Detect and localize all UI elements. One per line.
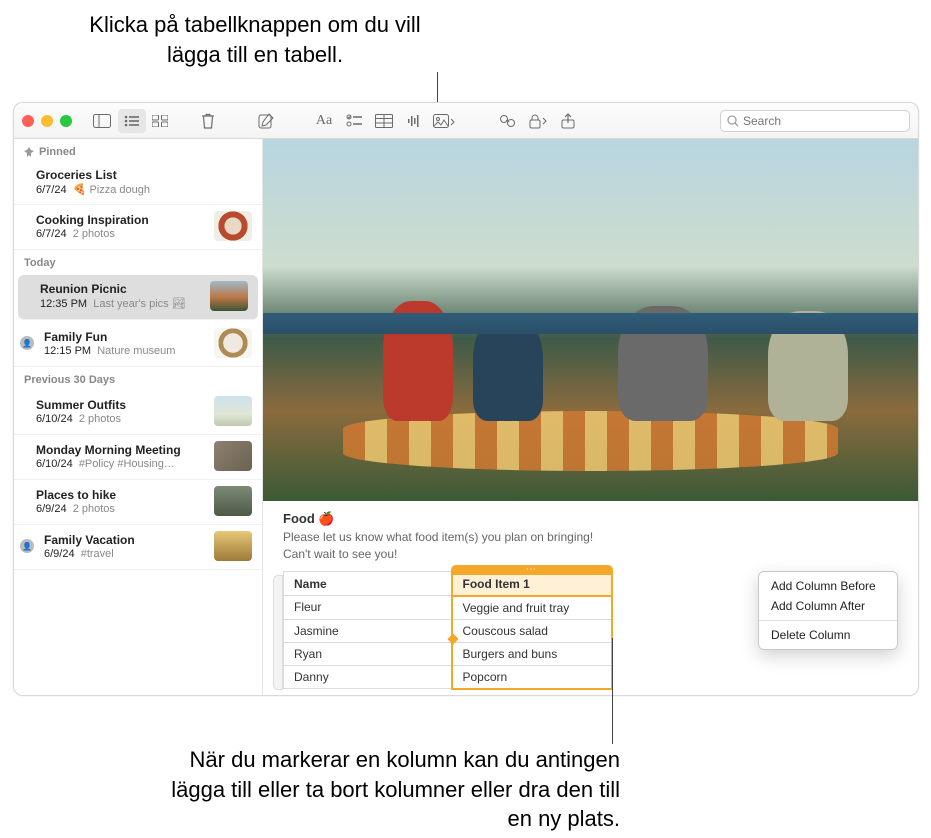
pinned-header: Pinned <box>14 139 262 162</box>
table-cell[interactable]: Popcorn <box>452 665 612 689</box>
audio-button[interactable] <box>400 109 428 133</box>
close-window-button[interactable] <box>22 115 34 127</box>
table-row[interactable]: FleurVeggie and fruit tray <box>284 596 612 620</box>
note-thumbnail <box>214 441 252 471</box>
table-column-handle[interactable]: ⋯ <box>451 565 613 575</box>
note-thumbnail <box>214 211 252 241</box>
prev-header: Previous 30 Days <box>14 367 262 390</box>
note-content[interactable]: Food 🍎 Please let us know what food item… <box>263 139 918 695</box>
note-item-title: Groceries List <box>36 168 252 182</box>
note-item-title: Places to hike <box>36 488 206 502</box>
table-cell[interactable]: Jasmine <box>284 619 452 642</box>
note-item-sub: 12:15 PM Nature museum <box>44 345 206 357</box>
shared-icon: 👤 <box>20 336 34 350</box>
view-mode-group <box>118 109 174 133</box>
note-hero-image <box>263 139 918 501</box>
callout-line-bottom <box>612 638 613 744</box>
callout-bottom: När du markerar en kolumn kan du antinge… <box>150 745 620 834</box>
lock-button[interactable] <box>524 109 552 133</box>
callout-top: Klicka på tabellknappen om du vill lägga… <box>70 10 440 69</box>
note-item-title: Reunion Picnic <box>40 282 202 296</box>
note-item-sub: 6/9/24 2 photos <box>36 503 206 515</box>
note-item-sub: 6/9/24 #travel <box>44 548 206 560</box>
note-thumbnail <box>210 281 248 311</box>
today-header: Today <box>14 250 262 273</box>
note-item[interactable]: 👤 Family Fun12:15 PM Nature museum <box>14 322 262 367</box>
pin-icon <box>24 147 34 157</box>
table-cell[interactable]: Danny <box>284 665 452 689</box>
menu-add-column-after[interactable]: Add Column After <box>759 596 897 616</box>
note-thumbnail <box>214 328 252 358</box>
table-header-name[interactable]: Name <box>284 572 452 596</box>
note-item-sub: 6/10/24 #Policy #Housing… <box>36 458 206 470</box>
note-item-sub: 12:35 PM Last year's pics 🏞 <box>40 297 202 310</box>
table-cell[interactable]: Veggie and fruit tray <box>452 596 612 620</box>
minimize-window-button[interactable] <box>41 115 53 127</box>
note-item-title: Monday Morning Meeting <box>36 443 206 457</box>
note-item[interactable]: Places to hike6/9/24 2 photos <box>14 480 262 525</box>
table-row-handle[interactable] <box>273 575 283 690</box>
zoom-window-button[interactable] <box>60 115 72 127</box>
grid-view-button[interactable] <box>146 109 174 133</box>
toolbar: Aa <box>14 103 918 139</box>
format-button[interactable]: Aa <box>310 109 338 133</box>
note-item-sub: 6/7/24 🍕 Pizza dough <box>36 183 252 196</box>
note-item[interactable]: Monday Morning Meeting6/10/24 #Policy #H… <box>14 435 262 480</box>
list-view-button[interactable] <box>118 109 146 133</box>
menu-add-column-before[interactable]: Add Column Before <box>759 576 897 596</box>
checklist-button[interactable] <box>340 109 368 133</box>
search-input[interactable] <box>743 114 903 128</box>
note-item-title: Family Fun <box>44 330 206 344</box>
note-item-sub: 6/7/24 2 photos <box>36 228 206 240</box>
table-cell[interactable]: Ryan <box>284 642 452 665</box>
note-heading: Food 🍎 <box>283 511 898 527</box>
note-item-title: Family Vacation <box>44 533 206 547</box>
delete-button[interactable] <box>194 109 222 133</box>
note-thumbnail <box>214 396 252 426</box>
notes-sidebar[interactable]: Pinned Groceries List6/7/24 🍕 Pizza doug… <box>14 139 263 695</box>
note-item[interactable]: Summer Outfits6/10/24 2 photos <box>14 390 262 435</box>
table-cell[interactable]: Burgers and buns <box>452 642 612 665</box>
note-thumbnail <box>214 531 252 561</box>
note-thumbnail <box>214 486 252 516</box>
table-button[interactable] <box>370 109 398 133</box>
shared-icon: 👤 <box>20 539 34 553</box>
note-item[interactable]: Groceries List6/7/24 🍕 Pizza dough <box>14 162 262 205</box>
column-context-menu: Add Column Before Add Column After Delet… <box>758 571 898 650</box>
window-controls <box>22 115 72 127</box>
link-button[interactable] <box>494 109 522 133</box>
note-item-sub: 6/10/24 2 photos <box>36 413 206 425</box>
note-item[interactable]: Cooking Inspiration6/7/24 2 photos <box>14 205 262 250</box>
note-item-title: Cooking Inspiration <box>36 213 206 227</box>
note-item-title: Summer Outfits <box>36 398 206 412</box>
note-table-wrap: ⋯ Name Food Item 1 FleurVeggie and fruit… <box>283 571 613 690</box>
table-cell[interactable]: Fleur <box>284 596 452 620</box>
share-button[interactable] <box>554 109 582 133</box>
new-note-button[interactable] <box>252 109 280 133</box>
table-row[interactable]: DannyPopcorn <box>284 665 612 689</box>
media-button[interactable] <box>430 109 458 133</box>
menu-separator <box>759 620 897 621</box>
search-field[interactable] <box>720 110 910 132</box>
table-header-food[interactable]: Food Item 1 <box>452 572 612 596</box>
table-cell[interactable]: Couscous salad <box>452 619 612 642</box>
note-description: Please let us know what food item(s) you… <box>283 529 898 563</box>
note-item[interactable]: 👤 Family Vacation6/9/24 #travel <box>14 525 262 570</box>
app-window: Aa Pinned <box>13 102 919 696</box>
menu-delete-column[interactable]: Delete Column <box>759 625 897 645</box>
note-table[interactable]: Name Food Item 1 FleurVeggie and fruit t… <box>283 571 613 690</box>
sidebar-toggle-button[interactable] <box>88 109 116 133</box>
table-row[interactable]: RyanBurgers and buns <box>284 642 612 665</box>
search-icon <box>727 115 739 127</box>
note-item[interactable]: Reunion Picnic12:35 PM Last year's pics … <box>18 275 258 320</box>
